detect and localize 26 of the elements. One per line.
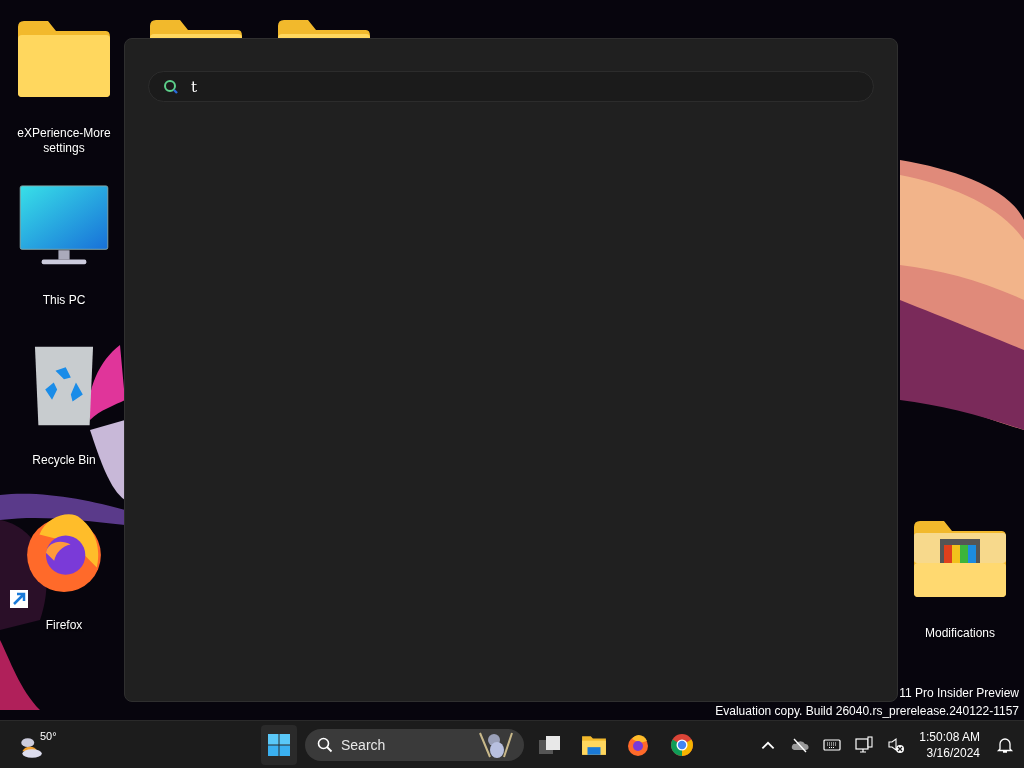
desktop-icon-label[interactable]: Firefox xyxy=(45,618,83,633)
folder-icon[interactable] xyxy=(276,18,372,38)
desktop-icon-label[interactable]: This PC xyxy=(42,293,86,308)
search-icon xyxy=(163,79,179,95)
volume-muted-icon[interactable] xyxy=(887,735,906,754)
network-icon[interactable] xyxy=(855,735,874,754)
folder-icon[interactable] xyxy=(912,518,1008,600)
desktop-icon-label[interactable]: Recycle Bin xyxy=(32,453,96,468)
firefox-icon xyxy=(626,732,650,757)
desktop-icon-label[interactable]: Modifications xyxy=(925,626,995,641)
koala-illustration-icon xyxy=(476,730,516,759)
query-field[interactable]: t xyxy=(148,71,874,102)
notification-bell-icon[interactable] xyxy=(996,735,1014,754)
search-icon xyxy=(317,736,333,753)
folder-icon[interactable] xyxy=(148,18,244,38)
chrome-icon xyxy=(670,732,694,757)
folder-icon[interactable] xyxy=(16,18,112,100)
windows-logo-icon xyxy=(267,732,291,757)
clock-date[interactable]: 3/16/2024 xyxy=(926,744,980,761)
desktop-icon-label[interactable]: eXPerience-More settings xyxy=(8,126,120,156)
taskbar-search-field[interactable]: Search xyxy=(305,728,524,761)
clock-time[interactable]: 1:50:08 AM xyxy=(919,728,980,745)
watermark-text: Evaluation copy. Build 26040.rs_prerelease.240122-1157 xyxy=(715,703,1019,719)
start-button[interactable] xyxy=(261,724,297,765)
watermark-text: 11 Pro Insider Preview xyxy=(899,685,1019,701)
temperature-text[interactable]: 50° xyxy=(40,729,57,742)
